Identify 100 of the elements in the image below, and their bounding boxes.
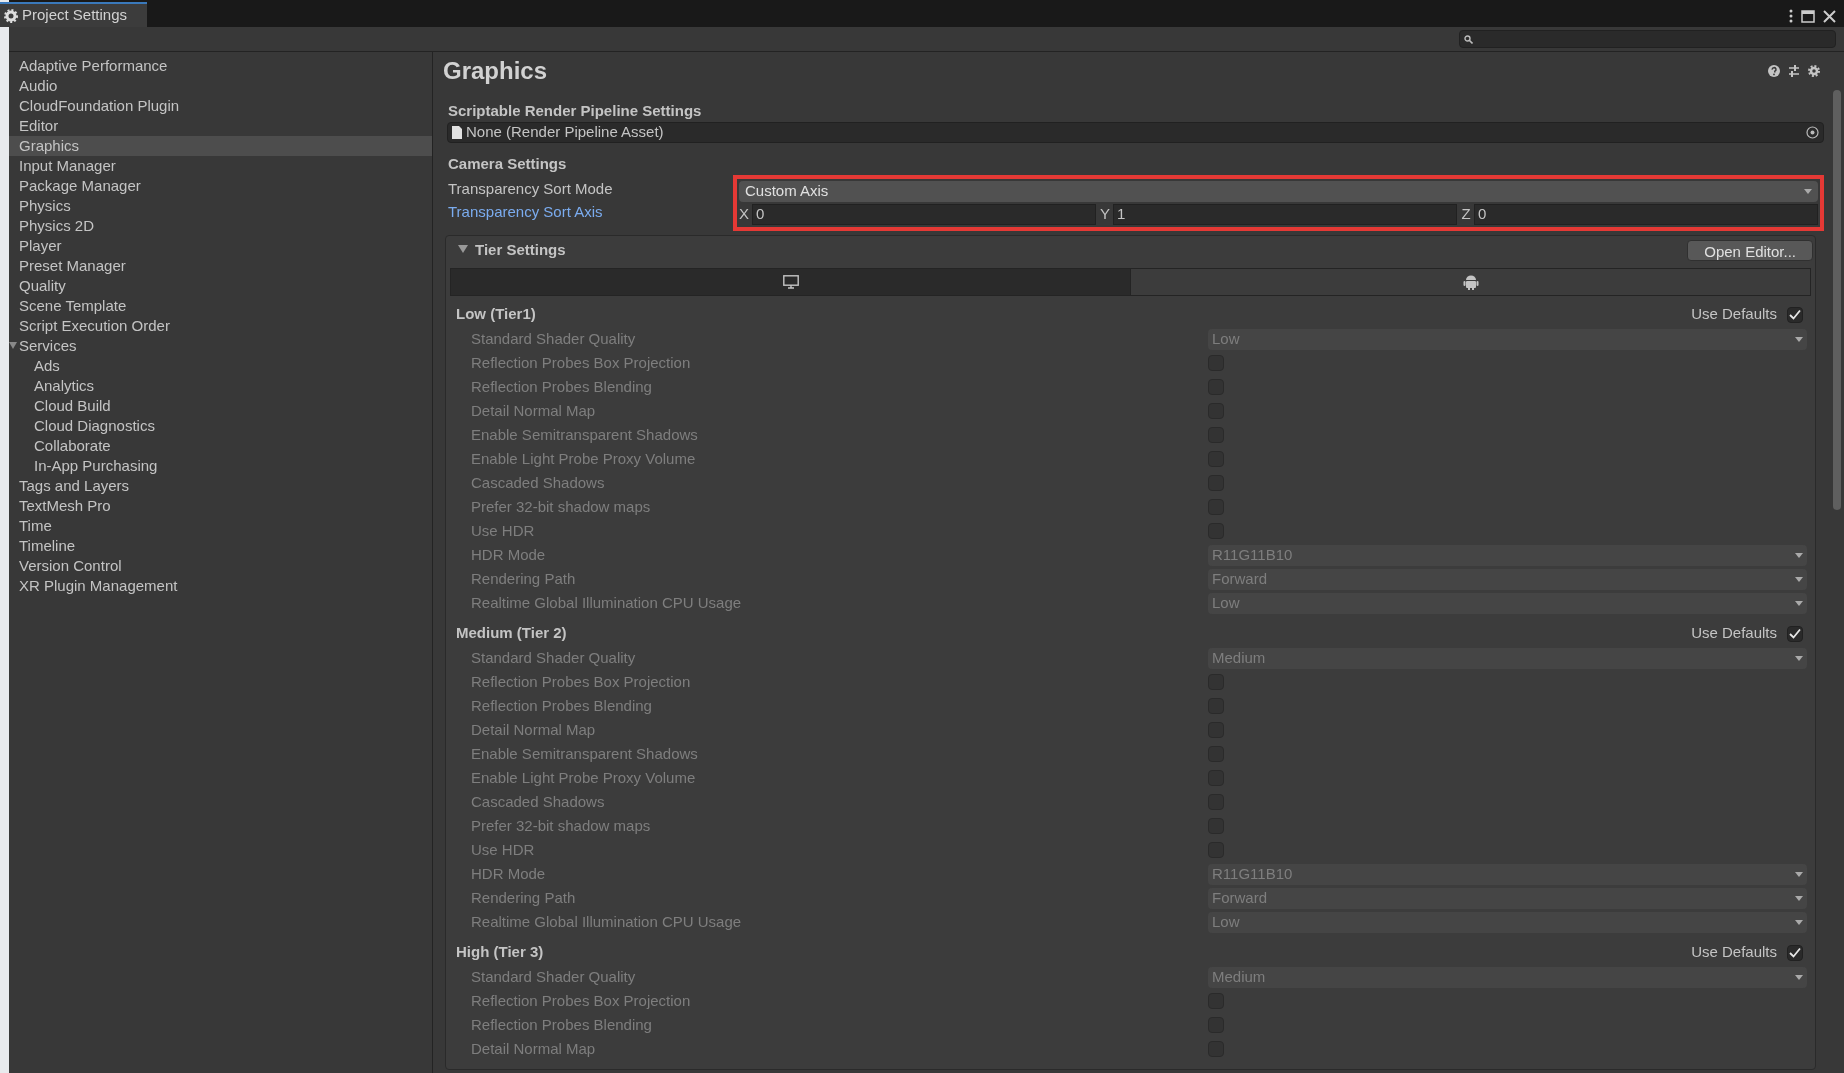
sidebar-item[interactable]: Graphics — [9, 136, 432, 156]
sidebar-item[interactable]: CloudFoundation Plugin — [9, 96, 432, 116]
sidebar-item[interactable]: Quality — [9, 276, 432, 296]
setting-label: Detail Normal Map — [471, 719, 597, 740]
tier-heading: Medium (Tier 2) — [456, 623, 567, 644]
more-icon[interactable] — [1789, 9, 1793, 23]
sidebar-item[interactable]: Physics — [9, 196, 432, 216]
setting-label: HDR Mode — [471, 544, 547, 565]
dropdown[interactable]: Custom Axis — [739, 181, 1818, 202]
sidebar-item[interactable]: XR Plugin Management — [9, 576, 432, 596]
expanded-arrow-icon[interactable] — [9, 342, 17, 350]
checkbox-label: Use Defaults — [1691, 942, 1777, 963]
window-tab[interactable]: Project Settings — [0, 2, 148, 27]
sidebar-item[interactable]: Physics 2D — [9, 216, 432, 236]
object-field[interactable]: None (Render Pipeline Asset) — [447, 122, 1824, 143]
sidebar-item[interactable]: Tags and Layers — [9, 476, 432, 496]
section-heading: Tier Settings — [475, 239, 566, 260]
sidebar-item[interactable]: Time — [9, 516, 432, 536]
target-icon[interactable] — [1806, 126, 1819, 139]
checkbox-label: Use Defaults — [1691, 623, 1777, 644]
monitor-icon — [782, 275, 799, 289]
sidebar-item[interactable]: Ads — [9, 356, 432, 376]
caret-icon — [1795, 655, 1803, 661]
tier-heading: Low (Tier1) — [456, 304, 536, 325]
setting-label: Reflection Probes Blending — [471, 695, 653, 716]
caret-icon — [1795, 974, 1803, 980]
caret-icon — [1795, 919, 1803, 925]
field-label: Transparency Sort Axis — [448, 202, 604, 223]
setting-label: Use HDR — [471, 839, 536, 860]
window-title: Project Settings — [22, 5, 129, 26]
setting-label: Realtime Global Illumination CPU Usage — [471, 911, 743, 932]
sidebar-item[interactable]: Cloud Build — [9, 396, 432, 416]
caret-icon — [1795, 552, 1803, 558]
sidebar-item[interactable]: Preset Manager — [9, 256, 432, 276]
setting-label: Enable Light Probe Proxy Volume — [471, 448, 697, 469]
checkmark-icon — [1789, 947, 1801, 958]
sidebar-item[interactable]: Analytics — [9, 376, 432, 396]
sliders-icon[interactable] — [1788, 65, 1800, 77]
tier-heading: High (Tier 3) — [456, 942, 544, 963]
sidebar-item[interactable]: Editor — [9, 116, 432, 136]
number-field[interactable]: 0 — [1474, 204, 1818, 225]
sidebar-item[interactable]: Package Manager — [9, 176, 432, 196]
setting-label: Standard Shader Quality — [471, 647, 637, 668]
sidebar-item[interactable]: Input Manager — [9, 156, 432, 176]
setting-label: HDR Mode — [471, 863, 547, 884]
axis-label: Z — [1461, 204, 1471, 225]
axis-label: X — [739, 204, 749, 225]
sidebar-item[interactable]: Audio — [9, 76, 432, 96]
sidebar-item[interactable]: Scene Template — [9, 296, 432, 316]
settings-icon[interactable] — [1808, 65, 1820, 77]
number-field[interactable]: 0 — [752, 204, 1096, 225]
search-icon — [1464, 34, 1473, 44]
gear-icon — [4, 8, 18, 23]
section-heading: Scriptable Render Pipeline Settings — [447, 101, 703, 120]
setting-label: Detail Normal Map — [471, 400, 597, 421]
sidebar-item[interactable]: Timeline — [9, 536, 432, 556]
checkmark-icon — [1789, 628, 1801, 639]
sidebar-item[interactable]: In-App Purchasing — [9, 456, 432, 476]
platform-tab[interactable] — [451, 269, 1131, 295]
setting-label: Standard Shader Quality — [471, 328, 637, 349]
number-field[interactable]: 1 — [1113, 204, 1457, 225]
setting-label: Reflection Probes Box Projection — [471, 671, 692, 692]
search-field[interactable] — [1459, 30, 1836, 48]
setting-label: Prefer 32-bit shadow maps — [471, 496, 652, 517]
checkbox[interactable] — [1787, 306, 1803, 323]
help-icon[interactable] — [1768, 65, 1780, 77]
sidebar-item[interactable]: TextMesh Pro — [9, 496, 432, 516]
caret-icon — [1795, 871, 1803, 877]
checkbox[interactable] — [1787, 625, 1803, 642]
sidebar-item[interactable]: Adaptive Performance — [9, 56, 432, 76]
setting-label: Enable Semitransparent Shadows — [471, 424, 699, 445]
setting-label: Reflection Probes Blending — [471, 376, 653, 397]
axis-label: Y — [1100, 204, 1110, 225]
setting-label: Rendering Path — [471, 887, 577, 908]
close-icon[interactable] — [1823, 9, 1836, 23]
android-icon — [1462, 274, 1479, 290]
setting-label: Reflection Probes Blending — [471, 1014, 653, 1035]
expanded-arrow-icon[interactable] — [458, 245, 468, 255]
sidebar-item[interactable]: Version Control — [9, 556, 432, 576]
setting-label: Standard Shader Quality — [471, 966, 637, 987]
page-title: Graphics — [443, 56, 548, 86]
setting-label: Enable Light Probe Proxy Volume — [471, 767, 697, 788]
sidebar-item[interactable]: Script Execution Order — [9, 316, 432, 336]
caret-icon — [1795, 895, 1803, 901]
setting-label: Rendering Path — [471, 568, 577, 589]
maximize-icon[interactable] — [1801, 9, 1815, 23]
open-editor-button[interactable]: Open Editor... — [1687, 239, 1813, 261]
setting-label: Detail Normal Map — [471, 1038, 597, 1059]
sidebar-item[interactable]: Player — [9, 236, 432, 256]
checkbox-label: Use Defaults — [1691, 304, 1777, 325]
setting-label: Cascaded Shadows — [471, 472, 606, 493]
caret-icon — [1804, 189, 1812, 194]
caret-icon — [1795, 600, 1803, 606]
sidebar-item[interactable]: Services — [9, 336, 432, 356]
setting-label: Cascaded Shadows — [471, 791, 606, 812]
sidebar-item[interactable]: Cloud Diagnostics — [9, 416, 432, 436]
document-icon — [452, 126, 462, 139]
sidebar-item[interactable]: Collaborate — [9, 436, 432, 456]
checkbox[interactable] — [1787, 944, 1803, 961]
setting-label: Reflection Probes Box Projection — [471, 352, 692, 373]
